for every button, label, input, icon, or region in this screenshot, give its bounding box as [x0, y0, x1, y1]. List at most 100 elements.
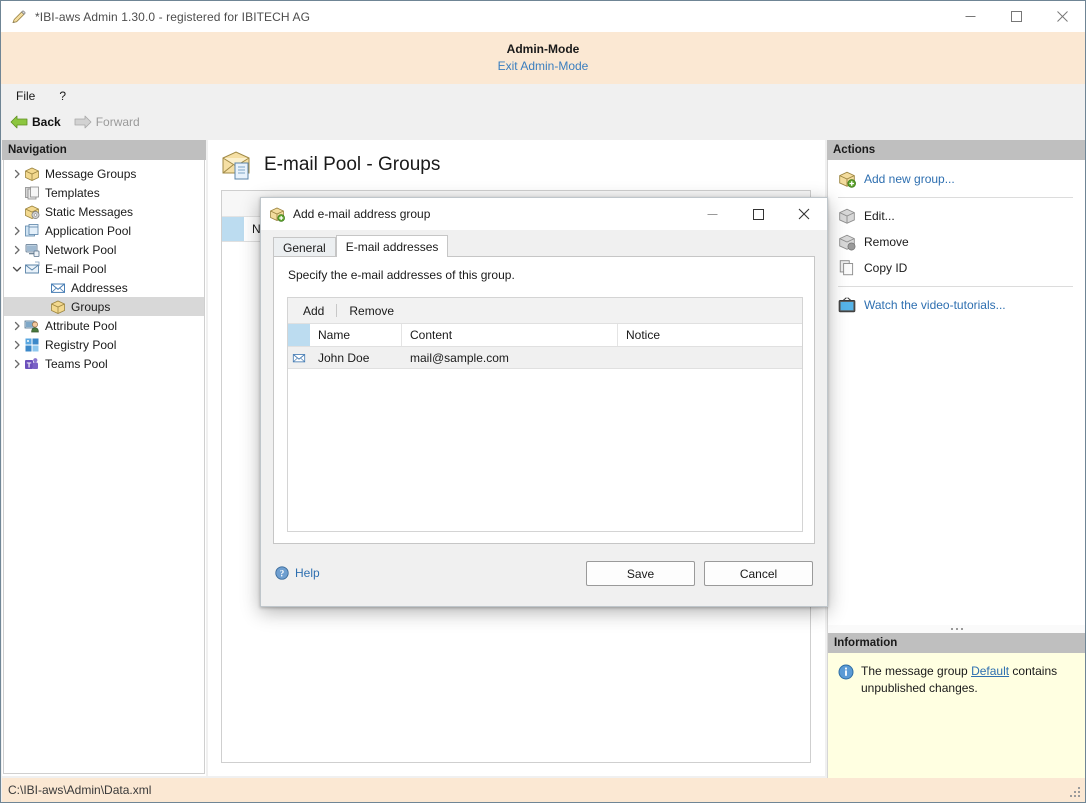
dialog-footer: ? Help Save Cancel	[261, 546, 827, 606]
action-label: Watch the video-tutorials...	[864, 298, 1006, 312]
content-grid-selector-column	[222, 217, 244, 241]
sidebar-item-label: Attribute Pool	[45, 319, 117, 333]
admin-mode-title: Admin-Mode	[507, 41, 580, 57]
table-row[interactable]: John Doemail@sample.com	[288, 347, 802, 369]
tab-email-addresses[interactable]: E-mail addresses	[336, 235, 449, 257]
sidebar-item-label: Message Groups	[45, 167, 136, 181]
sidebar-item-groups[interactable]: Groups	[4, 297, 204, 316]
information-text-before: The message group	[861, 664, 971, 678]
action-label: Add new group...	[864, 172, 955, 186]
sidebar-item-message-groups[interactable]: Message Groups	[4, 164, 204, 183]
tree-spacer	[36, 300, 50, 314]
sidebar-item-network-pool[interactable]: Network Pool	[4, 240, 204, 259]
menu-bar: File ?	[1, 84, 1085, 108]
help-link[interactable]: ? Help	[275, 566, 320, 580]
toolbar-separator	[336, 304, 337, 317]
information-body: The message group Default contains unpub…	[827, 653, 1085, 796]
package-add-icon	[838, 170, 856, 188]
grid-column-content[interactable]: Content	[402, 324, 618, 346]
sidebar-item-application-pool[interactable]: Application Pool	[4, 221, 204, 240]
actions-header: Actions	[827, 140, 1085, 160]
page-header: E-mail Pool - Groups	[208, 140, 825, 190]
grid-column-name[interactable]: Name	[310, 324, 402, 346]
sidebar-item-label: Groups	[71, 300, 110, 314]
svg-text:T: T	[27, 360, 32, 369]
cell-content: mail@sample.com	[402, 351, 618, 365]
grid-rows: John Doemail@sample.com	[288, 347, 802, 369]
sidebar-item-e-mail-pool[interactable]: E-mail Pool	[4, 259, 204, 278]
resize-grip-icon[interactable]	[1068, 785, 1082, 799]
email-addresses-grid: Add Remove Name Content Notice John Doem…	[287, 297, 803, 532]
arrow-left-icon	[9, 115, 29, 129]
teams-icon: T	[24, 356, 40, 372]
exit-admin-mode-link[interactable]: Exit Admin-Mode	[498, 57, 589, 75]
sidebar-item-teams-pool[interactable]: T Teams Pool	[4, 354, 204, 373]
cancel-button[interactable]: Cancel	[704, 561, 813, 586]
action-add-new-group[interactable]: Add new group...	[828, 166, 1085, 192]
panel-splitter[interactable]	[827, 625, 1085, 633]
information-link-default[interactable]: Default	[971, 664, 1009, 678]
chevron-right-icon[interactable]	[10, 243, 24, 257]
action-label: Remove	[864, 235, 909, 249]
menu-item-help[interactable]: ?	[56, 87, 69, 105]
tab-general[interactable]: General	[273, 237, 336, 257]
sidebar-item-label: Application Pool	[45, 224, 131, 238]
navigation-header: Navigation	[2, 140, 206, 160]
sidebar-item-attribute-pool[interactable]: Attribute Pool	[4, 316, 204, 335]
dialog-title: Add e-mail address group	[293, 207, 430, 221]
chevron-right-icon[interactable]	[10, 167, 24, 181]
sidebar-item-label: Static Messages	[45, 205, 133, 219]
minimize-button[interactable]	[947, 1, 993, 32]
navigation-tree[interactable]: Message Groups Templates Static Messages Ap…	[3, 160, 205, 774]
sidebar-item-registry-pool[interactable]: Registry Pool	[4, 335, 204, 354]
information-text: The message group Default contains unpub…	[861, 663, 1075, 796]
app-icon	[11, 9, 27, 25]
action-watch-the-video-tutorials[interactable]: Watch the video-tutorials...	[828, 292, 1085, 318]
tree-spacer	[10, 205, 24, 219]
chevron-right-icon[interactable]	[10, 357, 24, 371]
forward-button[interactable]: Forward	[73, 115, 140, 129]
help-icon: ?	[275, 566, 289, 580]
templates-icon	[24, 185, 40, 201]
package-del-icon	[838, 233, 856, 251]
page-title: E-mail Pool - Groups	[264, 154, 440, 176]
sidebar-item-templates[interactable]: Templates	[4, 183, 204, 202]
actions-list: Add new group... Edit... Remove Copy ID Watc…	[827, 160, 1085, 625]
grid-add-button[interactable]: Add	[298, 303, 329, 319]
chevron-right-icon[interactable]	[10, 319, 24, 333]
dialog-maximize-button[interactable]	[735, 198, 781, 230]
svg-text:?: ?	[280, 568, 285, 578]
chevron-down-icon[interactable]	[10, 262, 24, 276]
close-button[interactable]	[1039, 1, 1085, 32]
application-icon	[24, 223, 40, 239]
chevron-right-icon[interactable]	[10, 224, 24, 238]
sidebar-item-addresses[interactable]: Addresses	[4, 278, 204, 297]
save-button[interactable]: Save	[586, 561, 695, 586]
action-remove[interactable]: Remove	[828, 229, 1085, 255]
dialog-minimize-button[interactable]	[689, 198, 735, 230]
action-separator	[838, 286, 1073, 287]
static-message-icon	[24, 204, 40, 220]
package-edit-icon	[838, 207, 856, 225]
grid-remove-button[interactable]: Remove	[344, 303, 399, 319]
action-label: Edit...	[864, 209, 895, 223]
dialog-window-controls	[689, 198, 827, 230]
grid-column-notice[interactable]: Notice	[618, 324, 802, 346]
back-button[interactable]: Back	[9, 115, 61, 129]
dialog-titlebar: Add e-mail address group	[261, 198, 827, 230]
package-icon	[50, 299, 66, 315]
information-header: Information	[827, 633, 1085, 653]
menu-item-file[interactable]: File	[13, 87, 38, 105]
dialog-close-button[interactable]	[781, 198, 827, 230]
sidebar-item-label: Addresses	[71, 281, 128, 295]
action-edit[interactable]: Edit...	[828, 203, 1085, 229]
email-pool-icon	[24, 261, 40, 277]
tree-spacer	[36, 281, 50, 295]
sidebar-item-label: Teams Pool	[45, 357, 108, 371]
action-copy-id[interactable]: Copy ID	[828, 255, 1085, 281]
navigation-toolbar: Back Forward	[1, 108, 1085, 135]
maximize-button[interactable]	[993, 1, 1039, 32]
package-icon	[24, 166, 40, 182]
sidebar-item-static-messages[interactable]: Static Messages	[4, 202, 204, 221]
chevron-right-icon[interactable]	[10, 338, 24, 352]
